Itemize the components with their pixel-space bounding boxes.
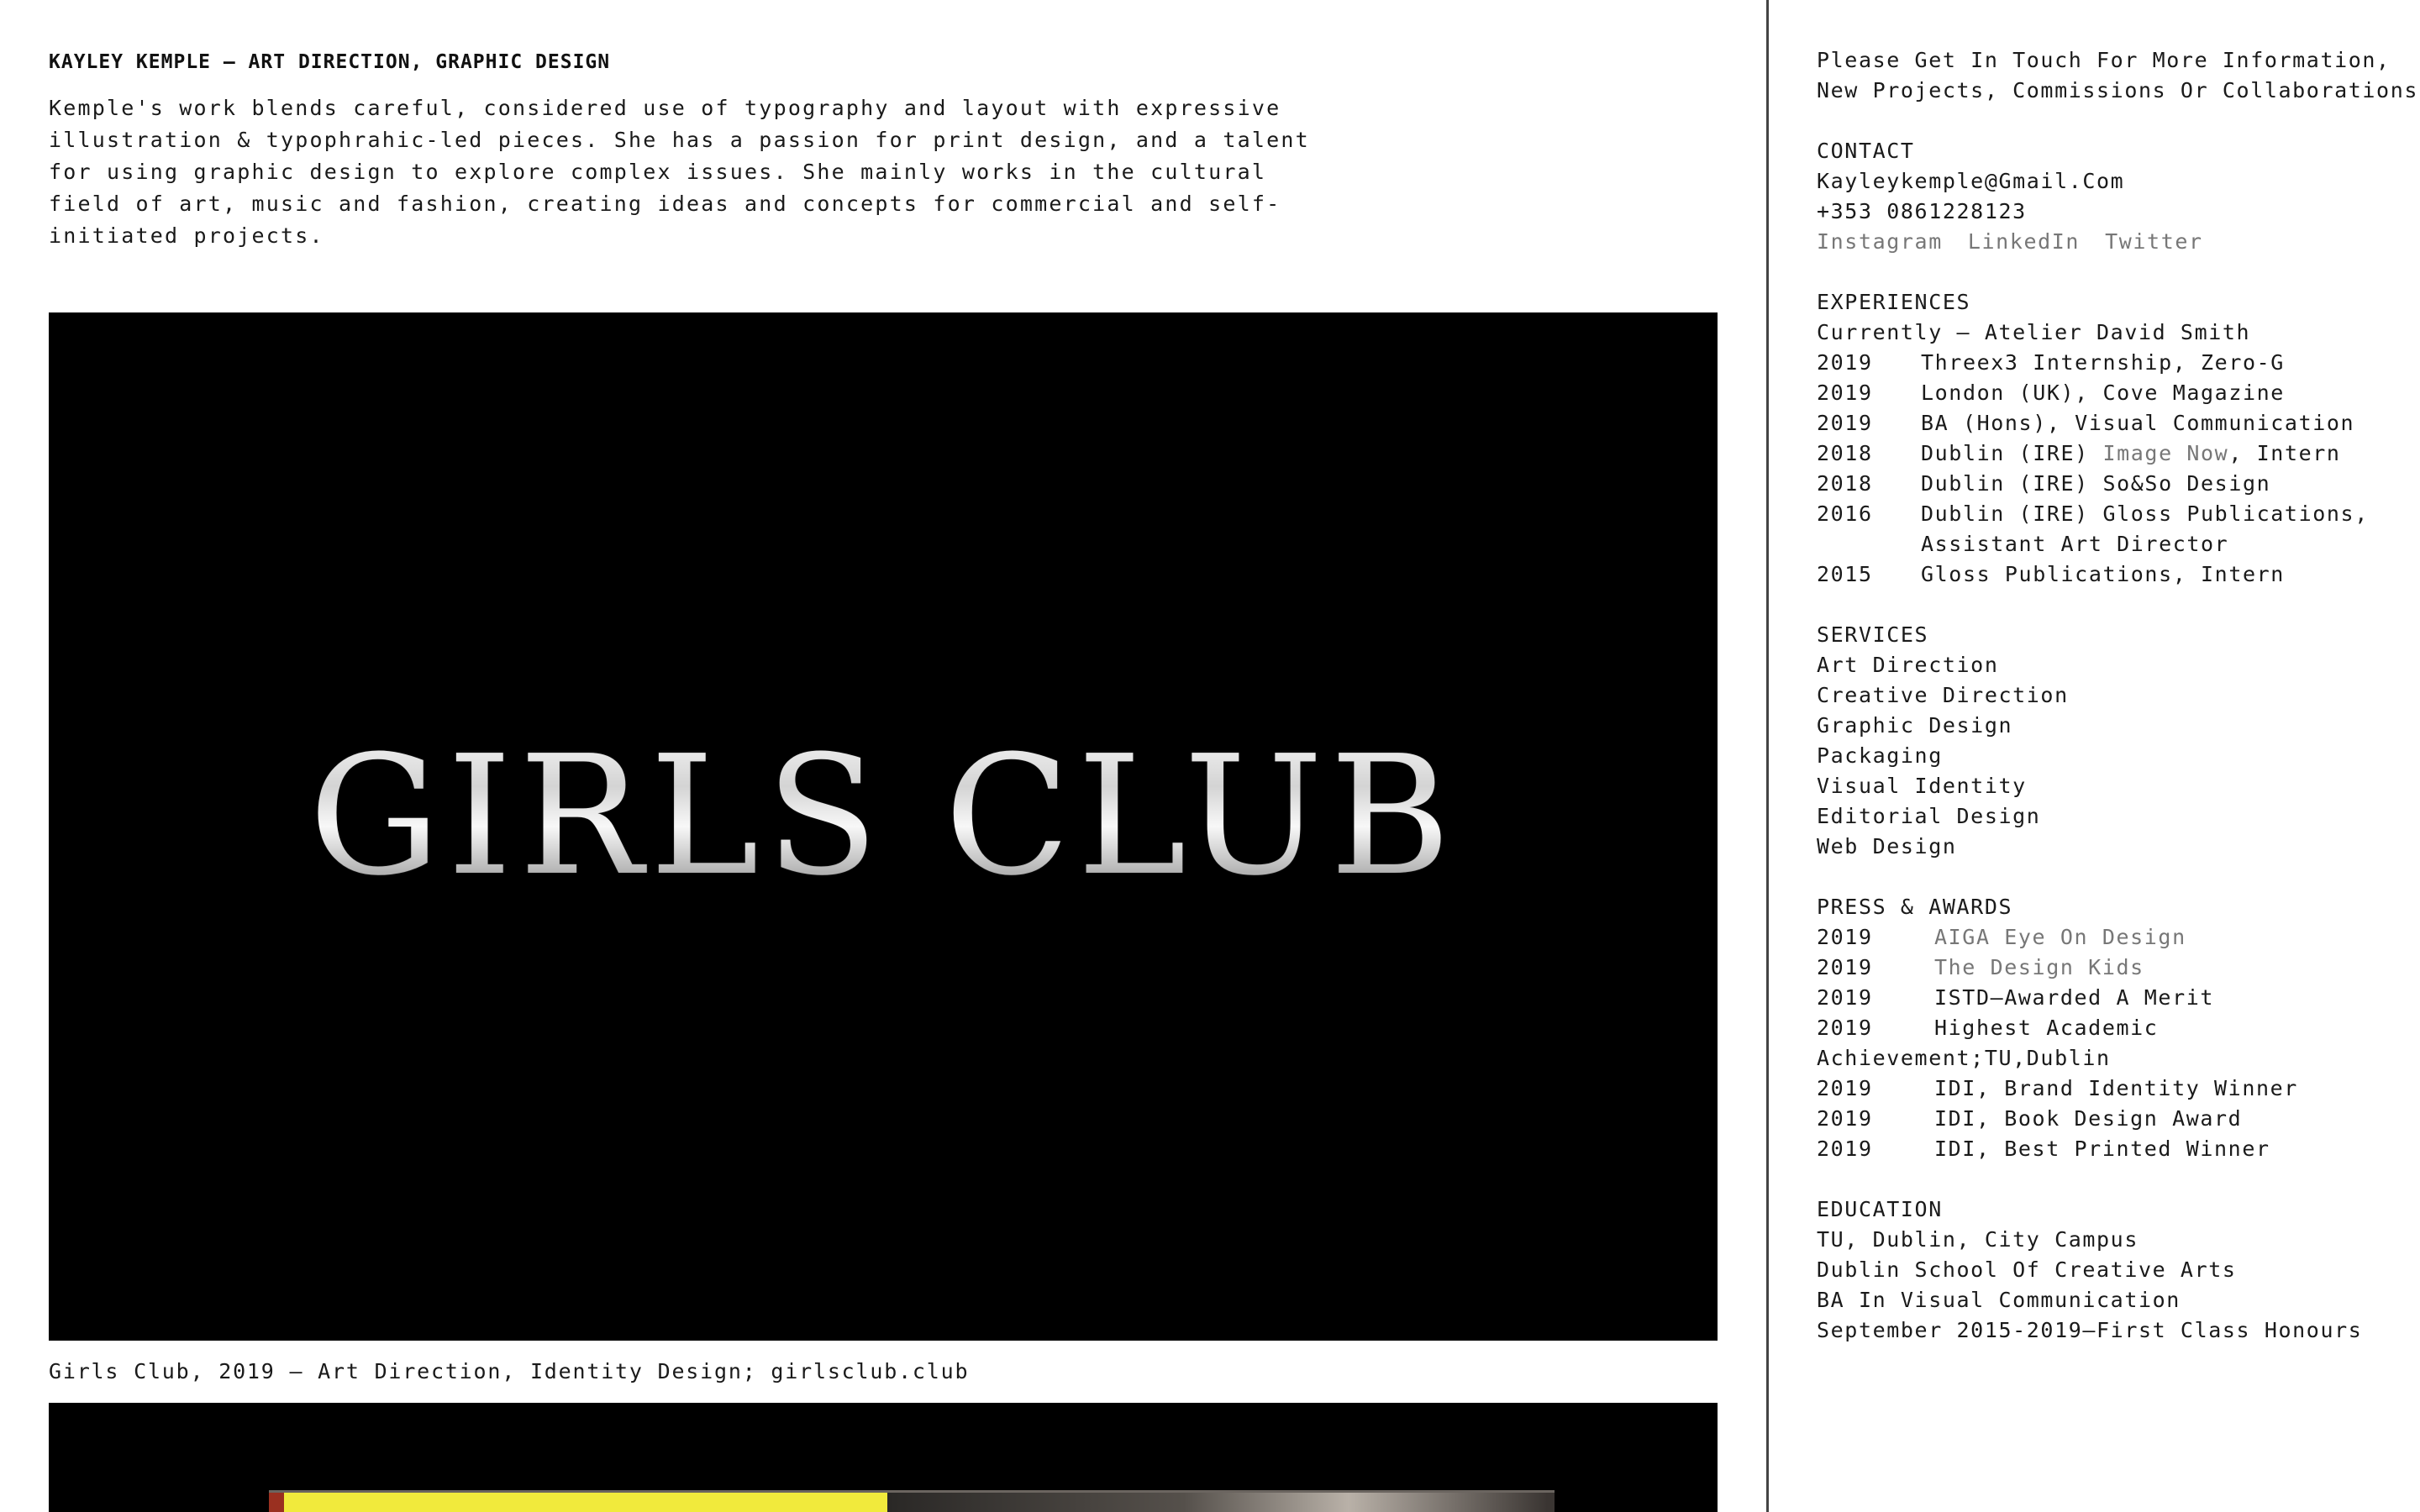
book-spine — [269, 1493, 284, 1512]
intro-line: field of art, music and fashion, creatin… — [49, 192, 1281, 216]
image-now-link[interactable]: Image Now — [2102, 441, 2228, 465]
education-item: BA In Visual Communication — [1817, 1288, 2181, 1312]
contact-email-link[interactable]: Kayleykemple@Gmail.Com — [1817, 166, 2228, 197]
award-row: 2019 The Design Kids — [1817, 953, 2298, 983]
intro-line: initiated projects. — [49, 223, 324, 248]
experience-year: 2019 — [1817, 411, 1873, 435]
award-text: IDI, Best Printed Winner — [1934, 1137, 2270, 1161]
info-sidebar: Please Get In Touch For More Information… — [1769, 0, 2420, 1512]
award-row: 2019 ISTD—Awarded A Merit — [1817, 983, 2298, 1013]
intro-line: for using graphic design to explore comp… — [49, 160, 1267, 184]
instagram-link[interactable]: Instagram — [1817, 229, 1943, 254]
award-row: 2019 IDI, Book Design Award — [1817, 1104, 2298, 1134]
experience-year: 2018 — [1817, 471, 1873, 496]
experience-text: Gloss Publications, Intern — [1921, 562, 2285, 586]
service-item: Art Direction — [1817, 653, 1999, 677]
service-item: Web Design — [1817, 834, 1957, 858]
award-text: ISTD—Awarded A Merit — [1934, 985, 2215, 1010]
education-item: Dublin School Of Creative Arts — [1817, 1257, 2237, 1282]
experience-year: 2015 — [1817, 562, 1873, 586]
book-photo — [269, 1490, 1555, 1512]
experience-text-post: , Intern — [2228, 441, 2341, 465]
service-item: Visual Identity — [1817, 774, 2027, 798]
page-heading: KAYLEY KEMPLE — ART DIRECTION, GRAPHIC D… — [49, 51, 611, 73]
experience-row-continued: Assistant Art Director — [1817, 529, 2369, 559]
contact-phone-link[interactable]: +353 0861228123 — [1817, 197, 2228, 227]
aiga-link[interactable]: AIGA Eye On Design — [1934, 922, 2186, 953]
sidebar-intro-line: New Projects, Commissions Or Collaborati… — [1817, 78, 2420, 102]
education-title: EDUCATION — [1817, 1197, 1943, 1221]
experience-text: Assistant Art Director — [1921, 532, 2229, 556]
experience-text: Dublin (IRE) Image Now, Intern — [1921, 438, 2341, 469]
sidebar-intro-line: Please Get In Touch For More Information… — [1817, 48, 2391, 72]
experience-row: 2019 BA (Hons), Visual Communication — [1817, 408, 2369, 438]
experience-text: London (UK), Cove Magazine — [1921, 381, 2285, 405]
experience-row: 2019 Threex3 Internship, Zero-G — [1817, 348, 2369, 378]
experience-year: 2019 — [1817, 350, 1873, 375]
project-image-girls-club[interactable]: GIRLS CLUB — [49, 312, 1718, 1341]
award-year: 2019 — [1817, 1076, 1873, 1100]
experience-row: 2016 Dublin (IRE) Gloss Publications, — [1817, 499, 2369, 529]
award-row: 2019 Highest Academic — [1817, 1013, 2298, 1043]
project-image-book[interactable] — [49, 1403, 1718, 1512]
experience-text: Dublin (IRE) Gloss Publications, — [1921, 501, 2369, 526]
award-year: 2019 — [1817, 955, 1873, 979]
contact-title: CONTACT — [1817, 139, 1915, 163]
experience-row: 2018 Dublin (IRE) Image Now, Intern — [1817, 438, 2369, 469]
intro-line: Kemple's work blends careful, considered… — [49, 96, 1281, 120]
award-text-wrap: Achievement;TU,Dublin — [1817, 1046, 2111, 1070]
book-cover-photo — [887, 1493, 1546, 1512]
book-cover-yellow — [284, 1493, 887, 1512]
education-item: TU, Dublin, City Campus — [1817, 1227, 2139, 1252]
award-row: 2019 IDI, Brand Identity Winner — [1817, 1074, 2298, 1104]
main-content: KAYLEY KEMPLE — ART DIRECTION, GRAPHIC D… — [0, 0, 1766, 1512]
award-row: 2019 IDI, Best Printed Winner — [1817, 1134, 2298, 1164]
services-section: SERVICES Art Direction Creative Directio… — [1817, 620, 2069, 862]
service-item: Creative Direction — [1817, 683, 2069, 707]
sidebar-intro: Please Get In Touch For More Information… — [1817, 45, 2420, 106]
experience-year: 2016 — [1817, 501, 1873, 526]
experience-text-pre: Dublin (IRE) — [1921, 441, 2103, 465]
twitter-link[interactable]: Twitter — [2105, 229, 2203, 254]
experience-current: Currently — Atelier David Smith — [1817, 320, 2251, 344]
girls-club-logo-text: GIRLS CLUB — [49, 716, 1718, 917]
experience-row: 2015 Gloss Publications, Intern — [1817, 559, 2369, 590]
award-year: 2019 — [1817, 985, 1873, 1010]
education-item: September 2015-2019—First Class Honours — [1817, 1318, 2363, 1342]
intro-line: illustration & typophrahic-led pieces. S… — [49, 128, 1310, 152]
service-item: Editorial Design — [1817, 804, 2041, 828]
award-year: 2019 — [1817, 1016, 1873, 1040]
design-kids-link[interactable]: The Design Kids — [1934, 953, 2144, 983]
intro-paragraph: Kemple's work blends careful, considered… — [49, 92, 1360, 252]
award-year: 2019 — [1817, 1106, 1873, 1131]
award-text: IDI, Brand Identity Winner — [1934, 1076, 2298, 1100]
experience-year: 2019 — [1817, 381, 1873, 405]
award-text: Highest Academic — [1934, 1016, 2159, 1040]
service-item: Graphic Design — [1817, 713, 2013, 738]
press-awards-section: PRESS & AWARDS 2019 AIGA Eye On Design 20… — [1817, 892, 2298, 1164]
experiences-title: EXPERIENCES — [1817, 290, 1971, 314]
experience-text: BA (Hons), Visual Communication — [1921, 411, 2355, 435]
experience-text: Dublin (IRE) So&So Design — [1921, 471, 2271, 496]
education-section: EDUCATION TU, Dublin, City Campus Dublin… — [1817, 1194, 2362, 1346]
award-year: 2019 — [1817, 1137, 1873, 1161]
experience-text: Threex3 Internship, Zero-G — [1921, 350, 2285, 375]
experiences-section: EXPERIENCES Currently — Atelier David Sm… — [1817, 287, 2369, 590]
award-text: IDI, Book Design Award — [1934, 1106, 2243, 1131]
award-row: 2019 AIGA Eye On Design — [1817, 922, 2298, 953]
linkedin-link[interactable]: LinkedIn — [1968, 229, 2080, 254]
social-links: Instagram LinkedIn Twitter — [1817, 227, 2228, 257]
project-caption: Girls Club, 2019 — Art Direction, Identi… — [49, 1359, 970, 1383]
experience-year: 2018 — [1817, 441, 1873, 465]
services-title: SERVICES — [1817, 622, 1929, 647]
experience-row: 2019 London (UK), Cove Magazine — [1817, 378, 2369, 408]
award-year: 2019 — [1817, 925, 1873, 949]
experience-row: 2018 Dublin (IRE) So&So Design — [1817, 469, 2369, 499]
contact-section: CONTACT Kayleykemple@Gmail.Com +353 0861… — [1817, 136, 2228, 257]
service-item: Packaging — [1817, 743, 1943, 768]
press-awards-title: PRESS & AWARDS — [1817, 895, 2013, 919]
